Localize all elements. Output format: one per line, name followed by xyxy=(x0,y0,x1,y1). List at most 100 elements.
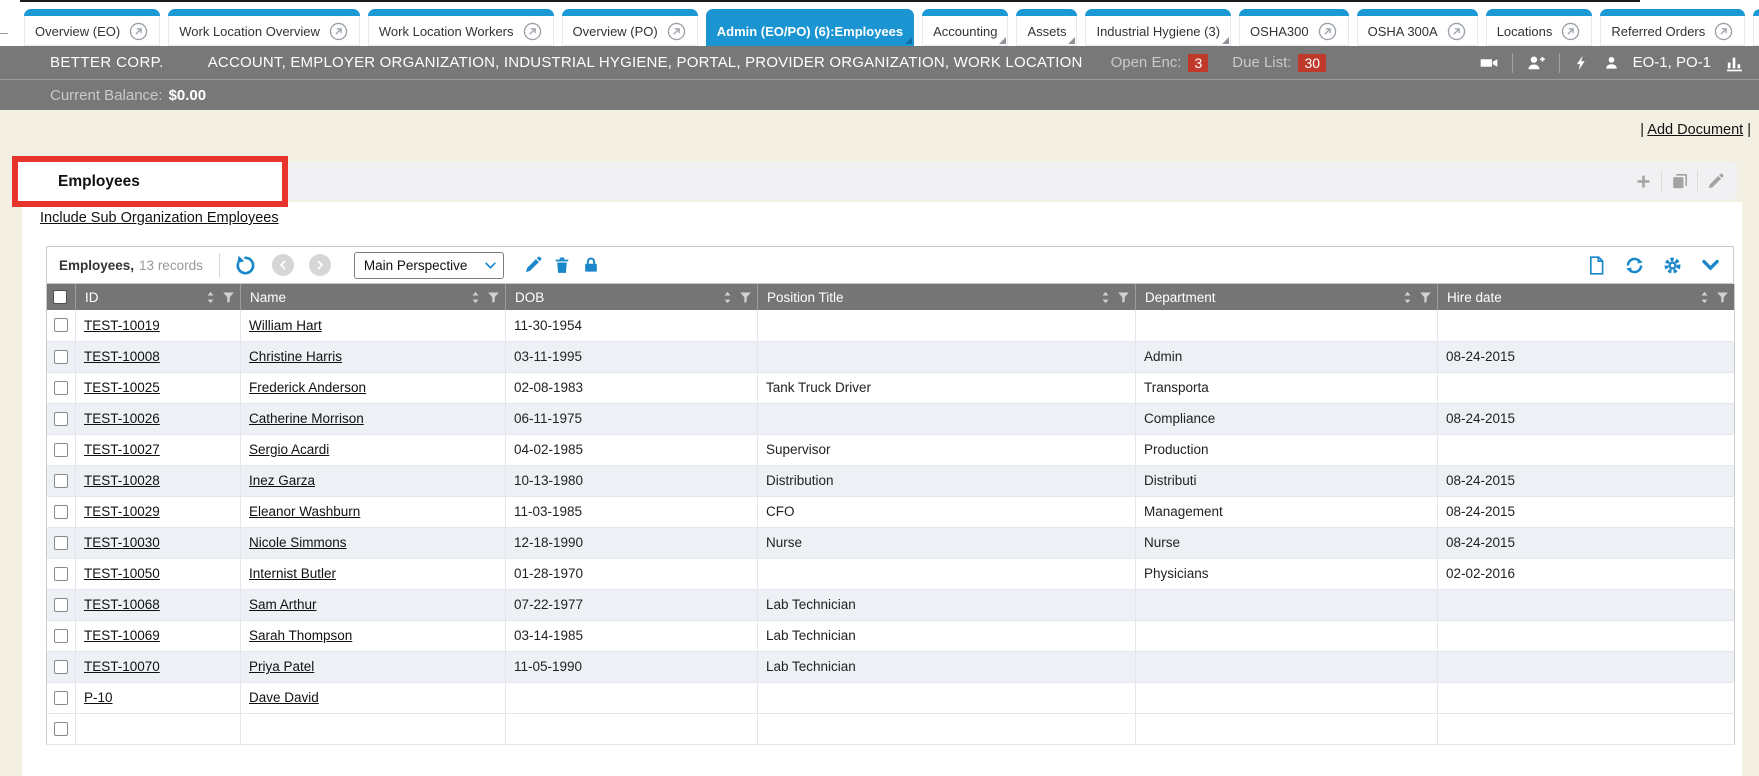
employee-id-link[interactable]: TEST-10027 xyxy=(84,442,160,457)
row-checkbox[interactable] xyxy=(54,381,68,395)
employee-name-link[interactable]: Frederick Anderson xyxy=(249,380,366,395)
user-icon[interactable] xyxy=(1603,53,1620,73)
employee-id-link[interactable]: P-10 xyxy=(84,690,113,705)
column-header-position-title[interactable]: Position Title xyxy=(758,284,1136,310)
filter-funnel-icon[interactable] xyxy=(738,290,753,305)
employee-name-link[interactable]: Sarah Thompson xyxy=(249,628,352,643)
employee-name-link[interactable]: Eleanor Washburn xyxy=(249,504,360,519)
tab-osha-300a[interactable]: OSHA 300A xyxy=(1357,9,1478,46)
column-header-name[interactable]: Name xyxy=(241,284,506,310)
due-list-badge[interactable]: 30 xyxy=(1298,54,1326,72)
column-header-id[interactable]: ID xyxy=(76,284,241,310)
sort-icon[interactable] xyxy=(468,290,483,305)
delete-perspective-icon[interactable] xyxy=(552,255,572,275)
lock-icon[interactable] xyxy=(581,255,601,275)
row-checkbox[interactable] xyxy=(54,412,68,426)
employee-id-link[interactable]: TEST-10028 xyxy=(84,473,160,488)
employee-id-link[interactable]: TEST-10030 xyxy=(84,535,160,550)
row-checkbox[interactable] xyxy=(54,567,68,581)
employee-name-link[interactable]: William Hart xyxy=(249,318,322,333)
edit-icon[interactable] xyxy=(1706,172,1725,191)
tab-accounting[interactable]: Accounting xyxy=(922,9,1008,46)
row-checkbox[interactable] xyxy=(54,629,68,643)
employee-name-link[interactable]: Christine Harris xyxy=(249,349,342,364)
employee-id-link[interactable]: TEST-10019 xyxy=(84,318,160,333)
tab-overview-eo[interactable]: Overview (EO) xyxy=(24,9,160,46)
tab-work-location-workers[interactable]: Work Location Workers xyxy=(368,9,554,46)
tab-overview-po[interactable]: Overview (PO) xyxy=(562,9,698,46)
row-checkbox[interactable] xyxy=(54,350,68,364)
employee-id-link[interactable]: TEST-10029 xyxy=(84,504,160,519)
add-icon[interactable] xyxy=(1634,172,1653,191)
employee-name-link[interactable]: Priya Patel xyxy=(249,659,314,674)
prev-button[interactable] xyxy=(272,254,294,276)
sort-icon[interactable] xyxy=(1400,290,1415,305)
settings-gear-icon[interactable] xyxy=(1662,255,1683,276)
select-all-checkbox[interactable] xyxy=(53,290,67,304)
include-sub-organization-link[interactable]: Include Sub Organization Employees xyxy=(40,210,279,226)
row-checkbox[interactable] xyxy=(54,598,68,612)
employee-name-link[interactable]: Dave David xyxy=(249,690,319,705)
sort-icon[interactable] xyxy=(1697,290,1712,305)
tab-assets[interactable]: Assets xyxy=(1016,9,1077,46)
employee-id-link[interactable]: TEST-10050 xyxy=(84,566,160,581)
employee-id-link[interactable]: TEST-10025 xyxy=(84,380,160,395)
employee-id-link[interactable]: TEST-10068 xyxy=(84,597,160,612)
column-header-hire-date[interactable]: Hire date xyxy=(1438,284,1735,310)
row-checkbox[interactable] xyxy=(54,318,68,332)
row-checkbox[interactable] xyxy=(54,474,68,488)
sort-icon[interactable] xyxy=(203,290,218,305)
employee-name-link[interactable]: Internist Butler xyxy=(249,566,336,581)
open-external-icon[interactable] xyxy=(128,21,149,42)
open-enc-badge[interactable]: 3 xyxy=(1188,54,1208,72)
video-camera-icon[interactable] xyxy=(1479,53,1499,73)
employee-name-link[interactable]: Inez Garza xyxy=(249,473,315,488)
row-checkbox[interactable] xyxy=(54,536,68,550)
add-user-icon[interactable] xyxy=(1526,53,1546,73)
filter-funnel-icon[interactable] xyxy=(221,290,236,305)
new-page-icon[interactable] xyxy=(1586,255,1607,276)
row-checkbox[interactable] xyxy=(54,722,68,736)
column-header-department[interactable]: Department xyxy=(1136,284,1438,310)
tab-locations[interactable]: Locations xyxy=(1486,9,1593,46)
employee-name-link[interactable]: Sam Arthur xyxy=(249,597,317,612)
row-checkbox[interactable] xyxy=(54,691,68,705)
column-header-dob[interactable]: DOB xyxy=(506,284,758,310)
tab-portal-manage[interactable]: Portal Manage xyxy=(1753,9,1759,46)
row-checkbox[interactable] xyxy=(54,443,68,457)
sort-icon[interactable] xyxy=(1098,290,1113,305)
collapse-chevron-icon[interactable] xyxy=(1700,255,1721,276)
bar-chart-icon[interactable] xyxy=(1724,53,1745,73)
open-external-icon[interactable] xyxy=(522,21,543,42)
employee-id-link[interactable]: TEST-10069 xyxy=(84,628,160,643)
undo-icon[interactable] xyxy=(234,254,257,277)
open-external-icon[interactable] xyxy=(1560,21,1581,42)
filter-funnel-icon[interactable] xyxy=(1715,290,1730,305)
employee-name-link[interactable]: Sergio Acardi xyxy=(249,442,329,457)
perspective-select[interactable]: Main Perspective xyxy=(354,252,504,279)
open-external-icon[interactable] xyxy=(328,21,349,42)
filter-funnel-icon[interactable] xyxy=(486,290,501,305)
next-button[interactable] xyxy=(309,254,331,276)
employee-id-link[interactable]: TEST-10070 xyxy=(84,659,160,674)
open-external-icon[interactable] xyxy=(1713,21,1734,42)
employee-name-link[interactable]: Nicole Simmons xyxy=(249,535,347,550)
tab-osha300[interactable]: OSHA300 xyxy=(1239,9,1349,46)
copy-icon[interactable] xyxy=(1670,172,1689,191)
tab-work-location-overview[interactable]: Work Location Overview xyxy=(168,9,360,46)
row-checkbox[interactable] xyxy=(54,660,68,674)
open-external-icon[interactable] xyxy=(1317,21,1338,42)
employee-name-link[interactable]: Catherine Morrison xyxy=(249,411,364,426)
filter-funnel-icon[interactable] xyxy=(1116,290,1131,305)
tab-referred-orders[interactable]: Referred Orders xyxy=(1600,9,1745,46)
sort-icon[interactable] xyxy=(720,290,735,305)
row-checkbox[interactable] xyxy=(54,505,68,519)
tab-industrial-hygiene-3[interactable]: Industrial Hygiene (3) xyxy=(1085,9,1231,46)
open-external-icon[interactable] xyxy=(1446,21,1467,42)
refresh-icon[interactable] xyxy=(1624,255,1645,276)
open-external-icon[interactable] xyxy=(666,21,687,42)
employee-id-link[interactable]: TEST-10008 xyxy=(84,349,160,364)
add-document-link[interactable]: Add Document xyxy=(1647,122,1743,138)
tab-admin-eo-po-6-employees[interactable]: Admin (EO/PO) (6):Employees xyxy=(706,9,914,46)
edit-perspective-icon[interactable] xyxy=(523,255,543,275)
